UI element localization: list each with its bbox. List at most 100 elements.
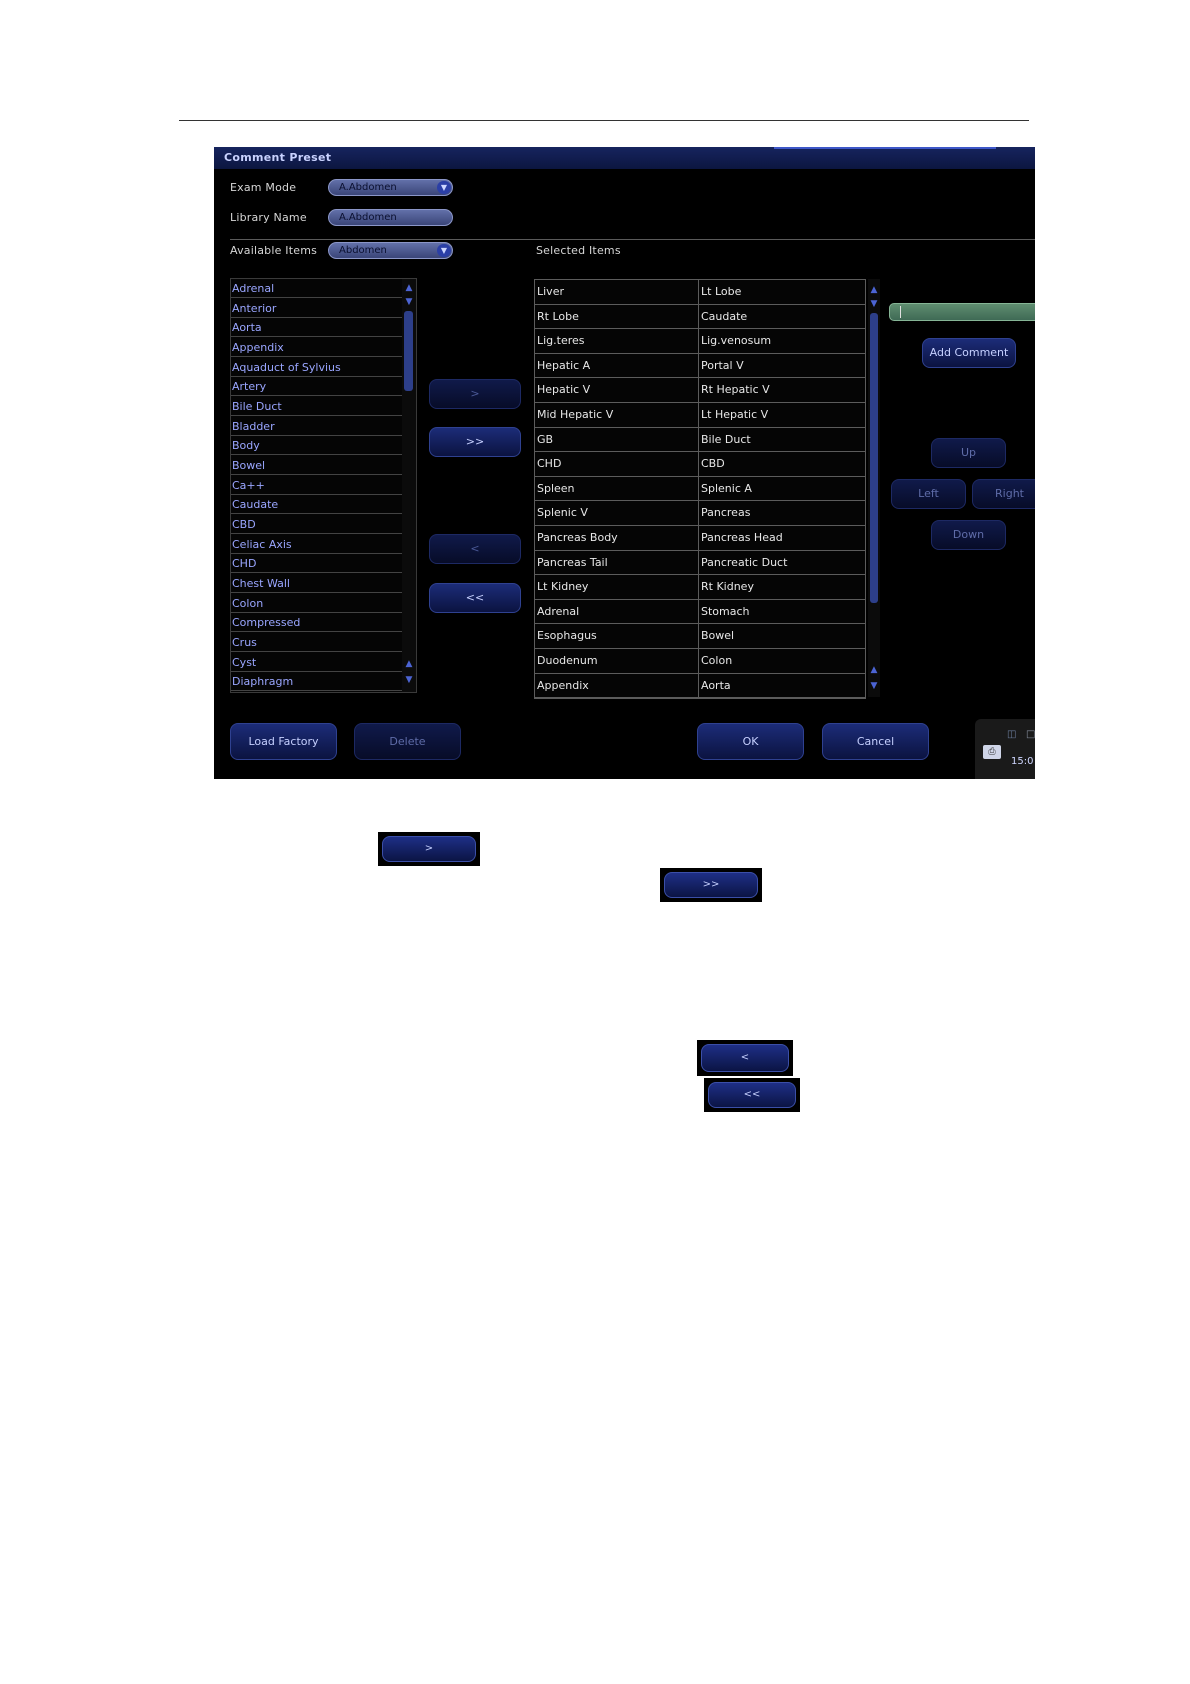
selected-items-table[interactable]: Liver Lt Lobe Rt Lobe Caudate Lig.teres Lig.v… xyxy=(534,279,866,699)
list-item[interactable]: Bladder xyxy=(231,417,402,436)
list-item[interactable]: CHD xyxy=(231,554,402,574)
move-down-label: Down xyxy=(952,528,985,541)
table-cell[interactable]: Duodenum xyxy=(535,649,698,674)
available-filter-select[interactable]: Abdomen ▼ xyxy=(328,242,453,259)
selected-scrollbar[interactable]: ▲ ▼ ▲ ▼ xyxy=(868,279,880,697)
triangle-down-icon[interactable]: ▼ xyxy=(403,675,415,685)
table-cell[interactable]: Esophagus xyxy=(535,624,698,649)
list-item[interactable]: CBD xyxy=(231,515,402,535)
move-right-button[interactable]: Right xyxy=(972,479,1035,509)
list-item[interactable]: Crus xyxy=(231,633,402,653)
list-item[interactable]: Aquaduct of Sylvius xyxy=(231,358,402,377)
triangle-up-icon[interactable]: ▲ xyxy=(403,659,415,669)
printer-icon[interactable]: ⎙ xyxy=(983,745,1001,759)
list-item[interactable]: Body xyxy=(231,436,402,456)
table-cell[interactable]: Aorta xyxy=(699,674,865,699)
table-cell[interactable]: Portal V xyxy=(699,354,865,379)
table-cell[interactable]: CBD xyxy=(699,452,865,477)
move-down-button[interactable]: Down xyxy=(931,520,1006,550)
list-item[interactable]: Appendix xyxy=(231,338,402,357)
table-cell[interactable]: Pancreatic Duct xyxy=(699,551,865,576)
table-cell[interactable]: Mid Hepatic V xyxy=(535,403,698,428)
add-comment-button[interactable]: Add Comment xyxy=(922,338,1016,368)
cancel-button[interactable]: Cancel xyxy=(822,723,929,760)
exam-mode-select[interactable]: A.Abdomen ▼ xyxy=(328,179,453,196)
table-cell[interactable]: Lt Lobe xyxy=(699,280,865,305)
remove-all-button[interactable]: << xyxy=(708,1082,796,1108)
list-item[interactable]: Artery xyxy=(231,377,402,397)
table-cell[interactable]: Lig.venosum xyxy=(699,329,865,354)
add-all-button[interactable]: >> xyxy=(664,872,758,898)
available-scrollbar[interactable]: ▲ ▼ ▲ ▼ xyxy=(402,279,416,692)
chevron-down-icon[interactable]: ▼ xyxy=(437,181,451,194)
chevron-down-icon[interactable]: ▼ xyxy=(437,244,451,257)
table-cell[interactable]: Splenic V xyxy=(535,501,698,526)
load-factory-button[interactable]: Load Factory xyxy=(230,723,337,760)
table-cell[interactable]: Rt Lobe xyxy=(535,305,698,330)
triangle-down-icon[interactable]: ▼ xyxy=(403,297,415,307)
remove-all-button[interactable]: << xyxy=(429,583,521,613)
comment-preset-dialog: Comment Preset Exam Mode A.Abdomen ▼ Lib… xyxy=(214,147,1035,779)
triangle-down-icon[interactable]: ▼ xyxy=(868,299,880,309)
list-item[interactable]: Ca++ xyxy=(231,476,402,495)
list-item[interactable]: Diaphragm xyxy=(231,672,402,692)
add-all-button-illustration: >> xyxy=(660,868,762,902)
table-cell[interactable]: Caudate xyxy=(699,305,865,330)
add-one-button[interactable]: > xyxy=(382,836,476,862)
remove-one-button[interactable]: < xyxy=(429,534,521,564)
load-factory-label: Load Factory xyxy=(248,735,319,748)
move-left-button[interactable]: Left xyxy=(891,479,966,509)
table-cell[interactable]: Rt Hepatic V xyxy=(699,378,865,403)
list-item[interactable]: Caudate xyxy=(231,495,402,515)
list-item[interactable]: Bowel xyxy=(231,456,402,476)
list-item[interactable]: Colon xyxy=(231,594,402,613)
scroll-thumb[interactable] xyxy=(404,311,413,391)
scroll-thumb[interactable] xyxy=(870,313,878,603)
remove-one-button[interactable]: < xyxy=(701,1044,789,1072)
list-item[interactable]: Bile Duct xyxy=(231,397,402,417)
table-cell[interactable]: Bowel xyxy=(699,624,865,649)
comment-input[interactable] xyxy=(889,303,1035,321)
table-cell[interactable]: Pancreas xyxy=(699,501,865,526)
add-one-button[interactable]: > xyxy=(429,379,521,409)
library-name-field[interactable]: A.Abdomen xyxy=(328,209,453,226)
table-cell[interactable]: Pancreas Tail xyxy=(535,551,698,576)
list-item[interactable]: Celiac Axis xyxy=(231,535,402,554)
table-cell[interactable]: Lt Hepatic V xyxy=(699,403,865,428)
triangle-up-icon[interactable]: ▲ xyxy=(403,283,415,293)
list-item[interactable]: Cyst xyxy=(231,653,402,672)
table-cell[interactable]: Hepatic A xyxy=(535,354,698,379)
table-cell[interactable]: GB xyxy=(535,428,698,453)
table-cell[interactable]: Liver xyxy=(535,280,698,305)
remove-all-label: << xyxy=(743,1089,761,1100)
table-cell[interactable]: Pancreas Head xyxy=(699,526,865,551)
triangle-up-icon[interactable]: ▲ xyxy=(868,665,880,675)
list-item[interactable]: Aorta xyxy=(231,318,402,338)
move-up-button[interactable]: Up xyxy=(931,438,1006,468)
table-cell[interactable]: Adrenal xyxy=(535,600,698,625)
table-cell[interactable]: Pancreas Body xyxy=(535,526,698,551)
table-cell[interactable]: CHD xyxy=(535,452,698,477)
list-item[interactable]: Chest Wall xyxy=(231,574,402,594)
table-cell[interactable]: Splenic A xyxy=(699,477,865,502)
window-title: Comment Preset xyxy=(224,151,332,164)
table-cell[interactable]: Hepatic V xyxy=(535,378,698,403)
table-cell[interactable]: Bile Duct xyxy=(699,428,865,453)
list-item[interactable]: Adrenal xyxy=(231,279,402,298)
table-cell[interactable]: Rt Kidney xyxy=(699,575,865,600)
table-cell[interactable]: Stomach xyxy=(699,600,865,625)
table-cell[interactable]: Lt Kidney xyxy=(535,575,698,600)
table-cell[interactable]: Lig.teres xyxy=(535,329,698,354)
list-item[interactable]: Anterior xyxy=(231,299,402,318)
table-cell[interactable]: Colon xyxy=(699,649,865,674)
table-cell[interactable]: Spleen xyxy=(535,477,698,502)
triangle-up-icon[interactable]: ▲ xyxy=(868,285,880,295)
library-name-value: A.Abdomen xyxy=(339,212,397,223)
table-cell[interactable]: Appendix xyxy=(535,674,698,699)
delete-button[interactable]: Delete xyxy=(354,723,461,760)
available-items-list[interactable]: Adrenal Anterior Aorta Appendix Aquaduct of … xyxy=(230,278,417,693)
add-all-button[interactable]: >> xyxy=(429,427,521,457)
ok-button[interactable]: OK xyxy=(697,723,804,760)
list-item[interactable]: Compressed xyxy=(231,613,402,633)
triangle-down-icon[interactable]: ▼ xyxy=(868,681,880,691)
